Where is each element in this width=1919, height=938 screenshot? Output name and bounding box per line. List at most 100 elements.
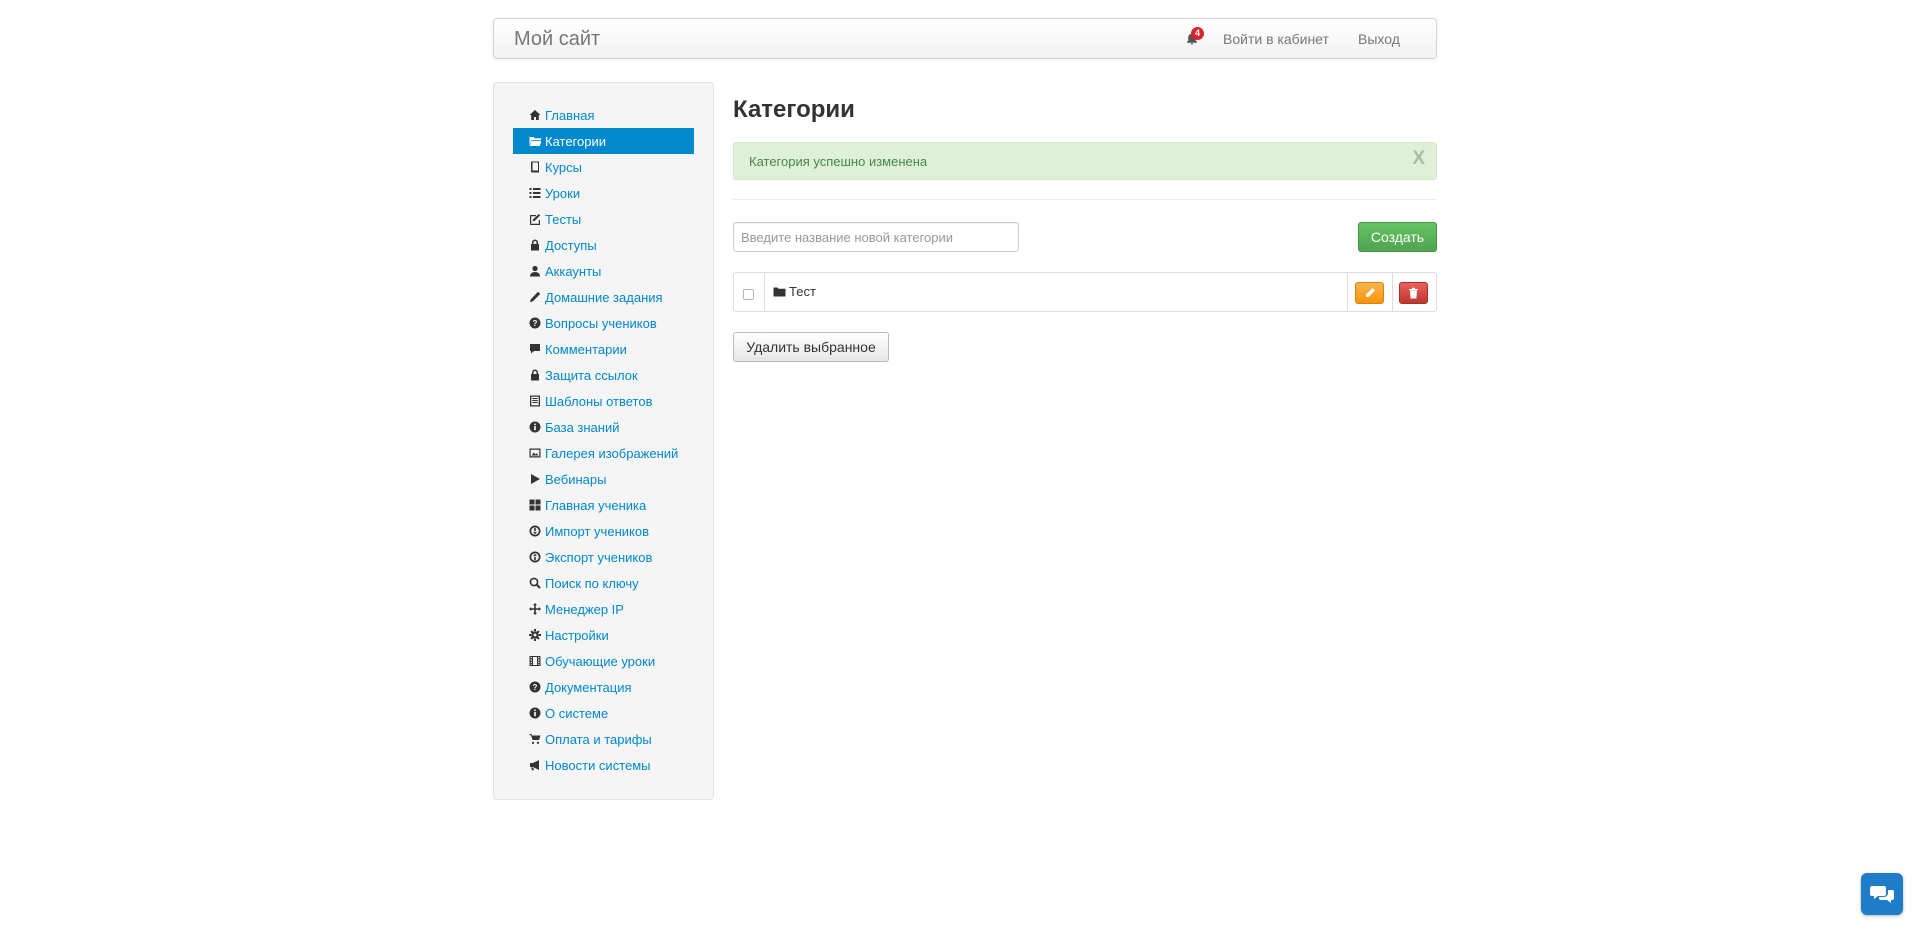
sidebar-item-label: Комментарии <box>545 341 627 357</box>
delete-selected-button[interactable]: Удалить выбранное <box>733 332 889 362</box>
sidebar-item[interactable]: Категории <box>513 128 694 154</box>
create-category-button[interactable]: Создать <box>1358 222 1437 252</box>
delete-category-button[interactable] <box>1399 282 1428 304</box>
grid-icon <box>528 499 541 511</box>
alert-close-button[interactable]: X <box>1412 148 1425 170</box>
success-alert: Категория успешно изменена X <box>733 142 1437 180</box>
sidebar-item[interactable]: Обучающие уроки <box>513 648 694 674</box>
edit-category-button[interactable] <box>1355 282 1384 304</box>
export-icon <box>528 551 541 563</box>
sidebar-item[interactable]: Настройки <box>513 622 694 648</box>
sidebar-item-label: Галерея изображений <box>545 445 679 461</box>
sidebar-item-label: Уроки <box>545 185 581 201</box>
sidebar-item-label: Документация <box>545 679 632 695</box>
sidebar-item-label: Поиск по ключу <box>545 575 639 591</box>
login-cabinet-link[interactable]: Войти в кабинет <box>1223 31 1329 47</box>
sidebar-item[interactable]: Импорт учеников <box>513 518 694 544</box>
sidebar-item[interactable]: Аккаунты <box>513 258 694 284</box>
trash-icon <box>1409 287 1418 299</box>
sidebar-item[interactable]: Тесты <box>513 206 694 232</box>
sidebar-item[interactable]: Защита ссылок <box>513 362 694 388</box>
sidebar-item[interactable]: Экспорт учеников <box>513 544 694 570</box>
sidebar-item[interactable]: ? Вопросы учеников <box>513 310 694 336</box>
sidebar-item-label: Шаблоны ответов <box>545 393 653 409</box>
sidebar-item-label: Оплата и тарифы <box>545 731 652 747</box>
sidebar-item[interactable]: Курсы <box>513 154 694 180</box>
lock-icon <box>528 369 541 381</box>
new-category-input[interactable] <box>733 222 1019 252</box>
sidebar-item-label: Курсы <box>545 159 583 175</box>
sidebar-item[interactable]: Главная ученика <box>513 492 694 518</box>
chat-widget-button[interactable] <box>1861 873 1903 915</box>
home-icon <box>528 109 541 121</box>
site-brand[interactable]: Мой сайт <box>514 28 600 51</box>
alert-text: Категория успешно изменена <box>749 154 928 169</box>
list-icon <box>528 187 541 199</box>
comment-icon <box>528 343 541 355</box>
question-icon: ? <box>528 317 541 329</box>
play-icon <box>528 473 541 485</box>
sidebar-item[interactable]: О системе <box>513 700 694 726</box>
sidebar-item[interactable]: Шаблоны ответов <box>513 388 694 414</box>
search-icon <box>528 577 541 589</box>
sidebar-item-label: Главная ученика <box>545 497 647 513</box>
sidebar-item-label: Аккаунты <box>545 263 602 279</box>
cell-divider <box>764 273 765 311</box>
sidebar-item[interactable]: Доступы <box>513 232 694 258</box>
gear-icon <box>528 629 541 641</box>
category-name[interactable]: Тест <box>789 284 816 299</box>
folder-open-icon <box>528 135 541 147</box>
import-icon <box>528 525 541 537</box>
sidebar-item[interactable]: Новости системы <box>513 752 694 778</box>
logout-link[interactable]: Выход <box>1358 31 1400 47</box>
edit-check-icon <box>528 213 541 225</box>
info-icon <box>528 707 541 719</box>
user-icon <box>528 265 541 277</box>
svg-text:?: ? <box>532 319 537 328</box>
sidebar-item-label: Экспорт учеников <box>545 549 653 565</box>
sidebar-item-label: Домашние задания <box>545 289 663 305</box>
pencil-icon <box>528 291 541 303</box>
info-icon <box>528 421 541 433</box>
sidebar-item[interactable]: Оплата и тарифы <box>513 726 694 752</box>
sidebar-item-label: Категории <box>545 133 606 149</box>
cart-icon <box>528 733 541 745</box>
move-icon <box>528 603 541 615</box>
lock-icon <box>528 239 541 251</box>
sidebar-item-label: Новости системы <box>545 757 651 773</box>
cell-divider <box>1347 273 1348 311</box>
sidebar-item[interactable]: Галерея изображений <box>513 440 694 466</box>
pencil-icon <box>1365 288 1375 297</box>
sidebar: Главная Категории Курсы Уроки Тесты Доступы Ак… <box>493 82 714 800</box>
sidebar-item[interactable]: Поиск по ключу <box>513 570 694 596</box>
bullhorn-icon <box>528 759 541 771</box>
sidebar-item-label: Вопросы учеников <box>545 315 657 331</box>
chat-icon <box>1870 886 1894 903</box>
sidebar-item[interactable]: Уроки <box>513 180 694 206</box>
page-title: Категории <box>733 96 855 123</box>
template-icon <box>528 395 541 407</box>
film-icon <box>528 655 541 667</box>
svg-text:?: ? <box>532 683 537 692</box>
sidebar-item-label: Настройки <box>545 627 609 643</box>
question-icon: ? <box>528 681 541 693</box>
picture-icon <box>528 447 541 459</box>
sidebar-item-label: О системе <box>545 705 609 721</box>
sidebar-item[interactable]: База знаний <box>513 414 694 440</box>
sidebar-item-label: Вебинары <box>545 471 607 487</box>
sidebar-item-label: Тесты <box>545 211 582 227</box>
cell-divider <box>1392 273 1393 311</box>
sidebar-item[interactable]: ? Документация <box>513 674 694 700</box>
book-icon <box>528 161 541 173</box>
sidebar-item-label: Импорт учеников <box>545 523 649 539</box>
sidebar-item[interactable]: Комментарии <box>513 336 694 362</box>
sidebar-item[interactable]: Главная <box>513 102 694 128</box>
sidebar-menu: Главная Категории Курсы Уроки Тесты Доступы Ак… <box>513 102 694 778</box>
sidebar-item[interactable]: Вебинары <box>513 466 694 492</box>
sidebar-item-label: Главная <box>545 107 595 123</box>
category-checkbox[interactable] <box>743 289 754 300</box>
sidebar-item[interactable]: Менеджер IP <box>513 596 694 622</box>
top-navbar: Мой сайт 4 Войти в кабинет Выход <box>493 18 1437 59</box>
sidebar-item[interactable]: Домашние задания <box>513 284 694 310</box>
sidebar-item-label: Обучающие уроки <box>545 653 656 669</box>
